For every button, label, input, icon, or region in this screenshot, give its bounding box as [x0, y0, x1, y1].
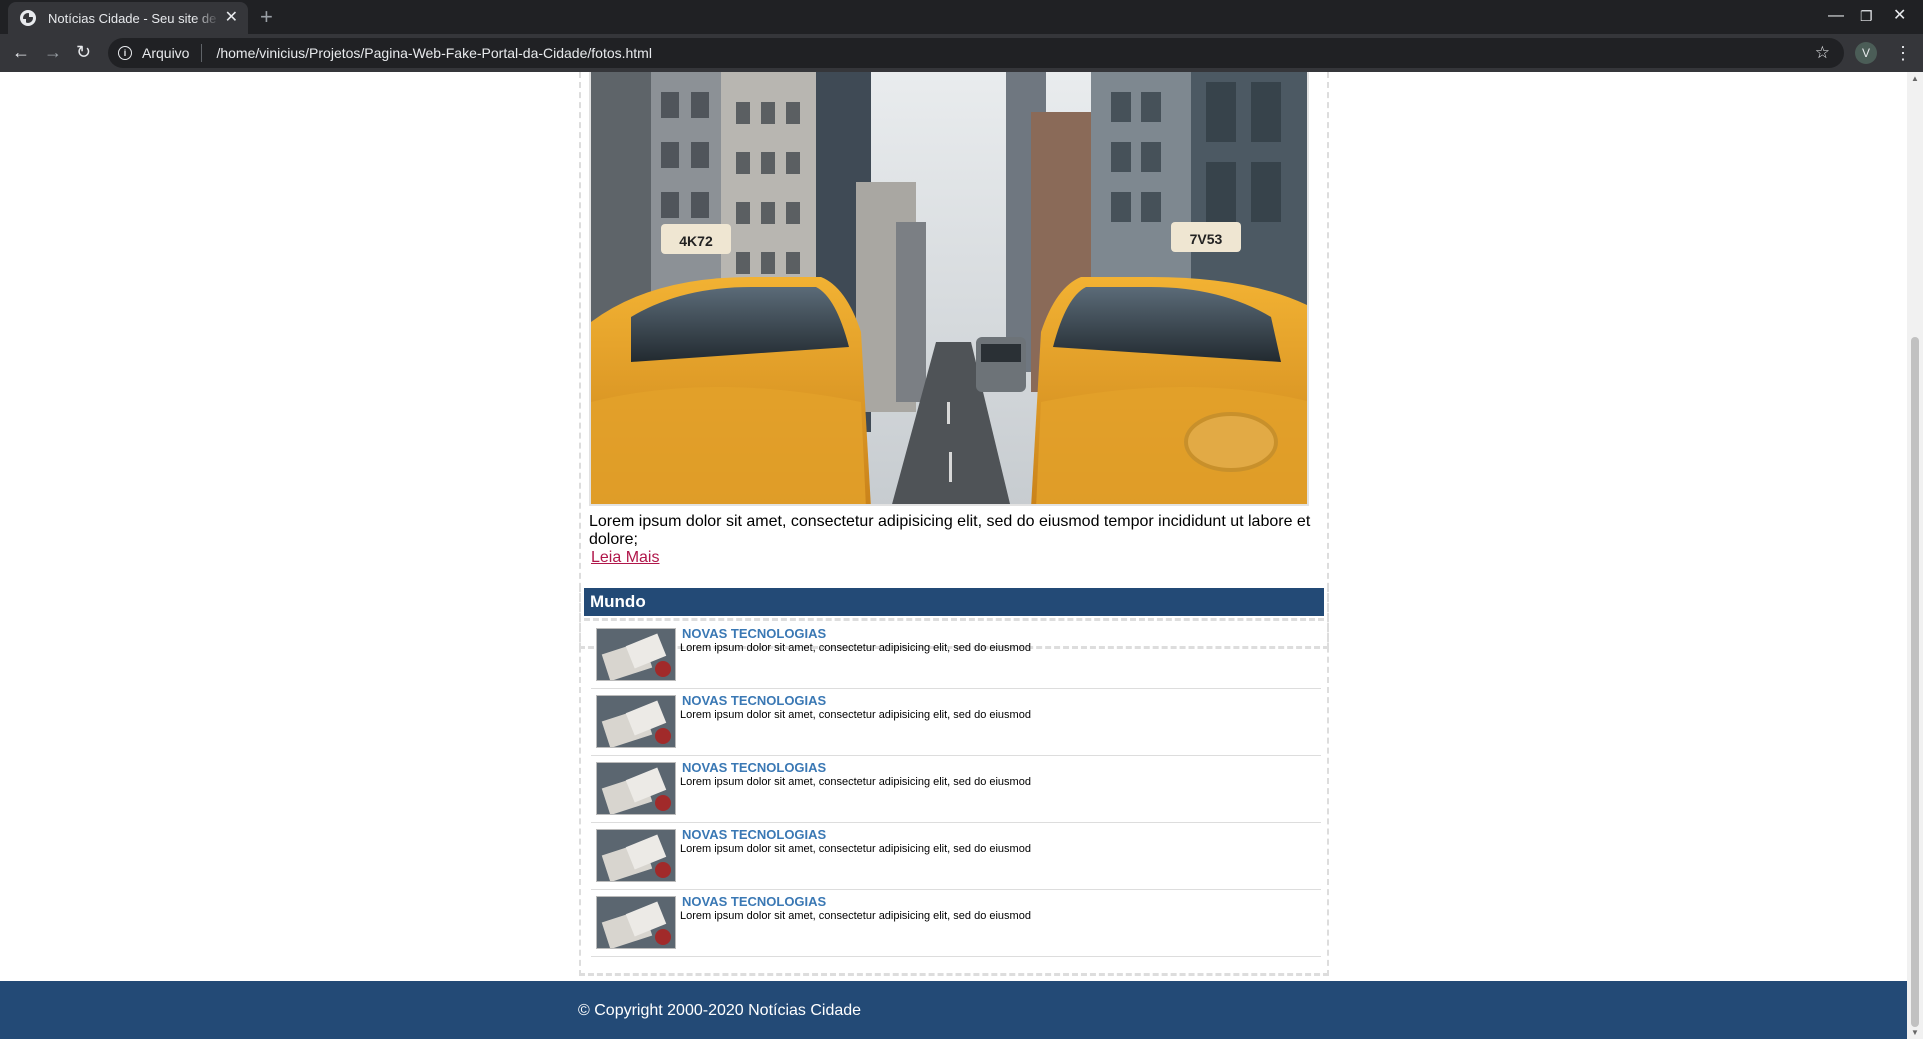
reload-icon[interactable]: ↻ — [76, 42, 91, 62]
news-thumbnail[interactable] — [596, 695, 676, 748]
copyright-text: © Copyright 2000-2020 Notícias Cidade — [578, 1002, 862, 1019]
browser-toolbar: ← → ↻ i Arquivo /home/vinicius/Projetos/… — [0, 34, 1923, 72]
news-title-link[interactable]: NOVAS TECNOLOGIAS — [682, 894, 826, 909]
news-thumbnail[interactable] — [596, 896, 676, 949]
news-title-link[interactable]: NOVAS TECNOLOGIAS — [682, 760, 826, 775]
news-summary: Lorem ipsum dolor sit amet, consectetur … — [680, 709, 1031, 721]
forward-icon[interactable]: → — [44, 42, 62, 62]
new-tab-button[interactable]: + — [260, 4, 273, 30]
address-bar[interactable]: i Arquivo /home/vinicius/Projetos/Pagina… — [108, 38, 1844, 68]
star-icon[interactable]: ☆ — [1815, 43, 1830, 63]
tab-strip: Notícias Cidade - Seu site de notícias ✕… — [0, 0, 1923, 34]
restore-icon[interactable]: ❐ — [1860, 6, 1873, 26]
taxi-street-photo: 4K72 7V53 — [589, 72, 1309, 506]
url-text[interactable]: /home/vinicius/Projetos/Pagina-Web-Fake-… — [216, 45, 652, 61]
news-summary: Lorem ipsum dolor sit amet, consectetur … — [680, 776, 1031, 788]
profile-avatar[interactable]: V — [1855, 42, 1877, 64]
info-icon[interactable]: i — [118, 46, 132, 60]
photo-caption: Lorem ipsum dolor sit amet, consectetur … — [589, 513, 1311, 548]
section-heading: Mundo — [584, 588, 1324, 616]
news-thumbnail[interactable] — [596, 829, 676, 882]
news-summary: Lorem ipsum dolor sit amet, consectetur … — [680, 843, 1031, 855]
scroll-down-icon[interactable]: ▼ — [1911, 1028, 1919, 1037]
news-title-link[interactable]: NOVAS TECNOLOGIAS — [682, 626, 826, 641]
omnibox-divider — [201, 44, 203, 62]
kebab-menu-icon[interactable]: ⋮ — [1894, 42, 1912, 64]
news-item[interactable]: NOVAS TECNOLOGIAS Lorem ipsum dolor sit … — [591, 823, 1321, 890]
back-icon[interactable]: ← — [12, 42, 30, 62]
scroll-up-icon[interactable]: ▲ — [1911, 74, 1919, 83]
vertical-scrollbar[interactable]: ▲ ▼ — [1907, 72, 1923, 1039]
mundo-section: Mundo NOVAS TECNOLOGIAS Lorem ipsum dolo… — [579, 586, 1329, 976]
browser-tab[interactable]: Notícias Cidade - Seu site de notícias ✕ — [8, 2, 248, 34]
news-summary: Lorem ipsum dolor sit amet, consectetur … — [680, 910, 1031, 922]
news-item[interactable]: NOVAS TECNOLOGIAS Lorem ipsum dolor sit … — [591, 890, 1321, 957]
news-title-link[interactable]: NOVAS TECNOLOGIAS — [682, 827, 826, 842]
news-summary: Lorem ipsum dolor sit amet, consectetur … — [680, 642, 1031, 654]
news-title-link[interactable]: NOVAS TECNOLOGIAS — [682, 693, 826, 708]
news-item[interactable]: NOVAS TECNOLOGIAS Lorem ipsum dolor sit … — [591, 756, 1321, 823]
page-footer: © Copyright 2000-2020 Notícias Cidade — [0, 981, 1907, 1039]
close-tab-icon[interactable]: ✕ — [225, 10, 238, 26]
section-divider — [584, 618, 1324, 621]
page-viewport: 4K72 7V53 Lorem ipsum dolor sit amet, co… — [0, 72, 1907, 1039]
minimize-icon[interactable]: — — [1828, 6, 1844, 26]
right-cab-plate: 7V53 — [1190, 231, 1223, 247]
news-thumbnail[interactable] — [596, 628, 676, 681]
street-photo-svg: 4K72 7V53 — [591, 72, 1307, 504]
news-item[interactable]: NOVAS TECNOLOGIAS Lorem ipsum dolor sit … — [591, 689, 1321, 756]
window-close-icon[interactable]: ✕ — [1893, 6, 1906, 26]
scrollbar-thumb[interactable] — [1911, 337, 1919, 1027]
news-thumbnail[interactable] — [596, 762, 676, 815]
globe-icon — [20, 10, 36, 26]
news-item[interactable]: NOVAS TECNOLOGIAS Lorem ipsum dolor sit … — [591, 622, 1321, 689]
left-cab-plate: 4K72 — [679, 233, 713, 249]
read-more-link[interactable]: Leia Mais — [591, 549, 659, 567]
tab-title: Notícias Cidade - Seu site de notícias — [48, 10, 220, 26]
security-label[interactable]: Arquivo — [142, 45, 189, 61]
photo-section: 4K72 7V53 Lorem ipsum dolor sit amet, co… — [579, 72, 1329, 649]
